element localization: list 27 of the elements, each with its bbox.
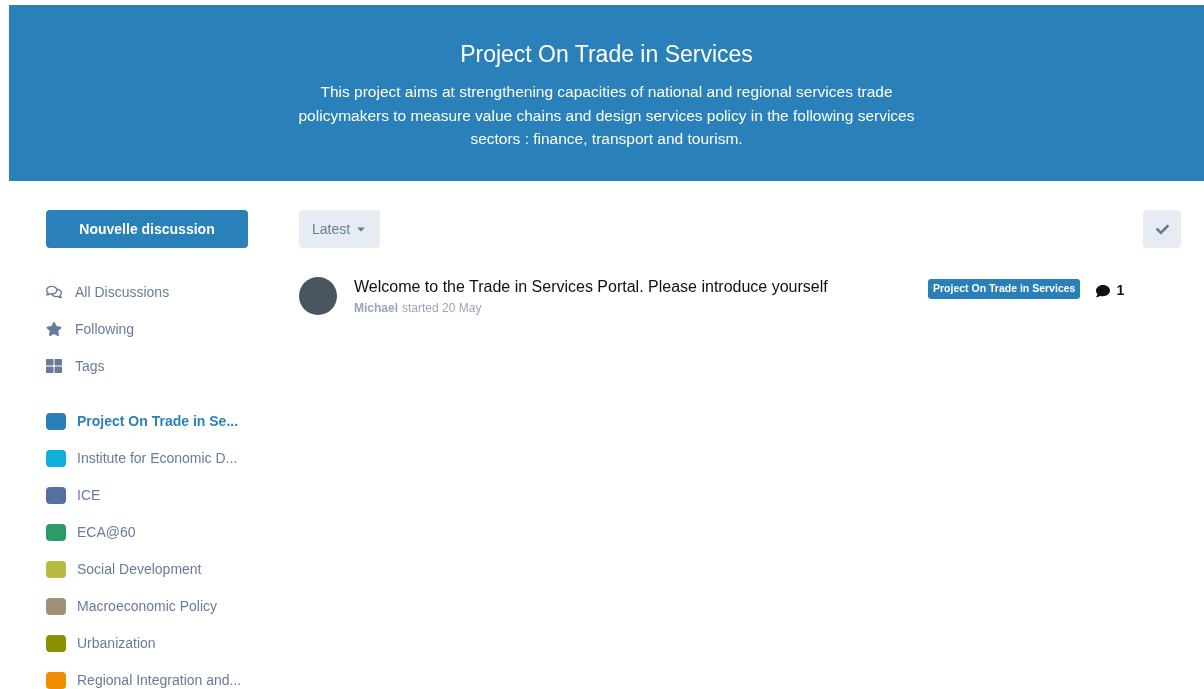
avatar-placeholder xyxy=(299,277,337,315)
new-discussion-button[interactable]: Nouvelle discussion xyxy=(46,210,248,248)
tag-link[interactable]: Project On Trade in Se... xyxy=(77,411,239,431)
hero-title: Project On Trade in Services xyxy=(460,40,753,69)
sort-dropdown[interactable]: Latest xyxy=(299,210,381,248)
comment-icon xyxy=(1096,283,1111,298)
hero-description: This project aims at strengthening capacities of national and regional services trade policymakers to measure value chains and design services policy in the following services sectors : finance, transport and tourism. xyxy=(297,82,916,149)
nav-link[interactable]: Tags xyxy=(46,356,248,376)
checkmark-icon xyxy=(1155,222,1169,236)
tag-link[interactable]: Urbanization xyxy=(77,633,156,653)
nav-link[interactable]: Following xyxy=(46,319,248,339)
tag-link[interactable]: Macroeconomic Policy xyxy=(77,596,218,616)
tag-link[interactable]: ICE xyxy=(77,485,101,505)
mark-all-read-button[interactable] xyxy=(1143,210,1181,248)
tag-link[interactable]: Social Development xyxy=(77,559,202,579)
tag-link[interactable]: ECA@60 xyxy=(77,522,136,542)
discussion-tag[interactable]: Project On Trade in Services xyxy=(928,279,1081,299)
author-name: Michael xyxy=(354,300,398,317)
star-icon xyxy=(46,321,62,337)
started-date: started 20 May xyxy=(402,300,482,317)
tag-link[interactable]: Institute for Economic D... xyxy=(77,448,238,468)
grid-icon xyxy=(46,358,62,374)
nav-link[interactable]: All Discussions xyxy=(46,282,248,302)
tag-link[interactable]: Regional Integration and... xyxy=(77,670,242,689)
chat-bubbles-icon xyxy=(46,284,62,300)
reply-count: 1 xyxy=(1116,281,1125,300)
discussion-title[interactable]: Welcome to the Trade in Services Portal. Please introduce yourself xyxy=(354,277,914,297)
